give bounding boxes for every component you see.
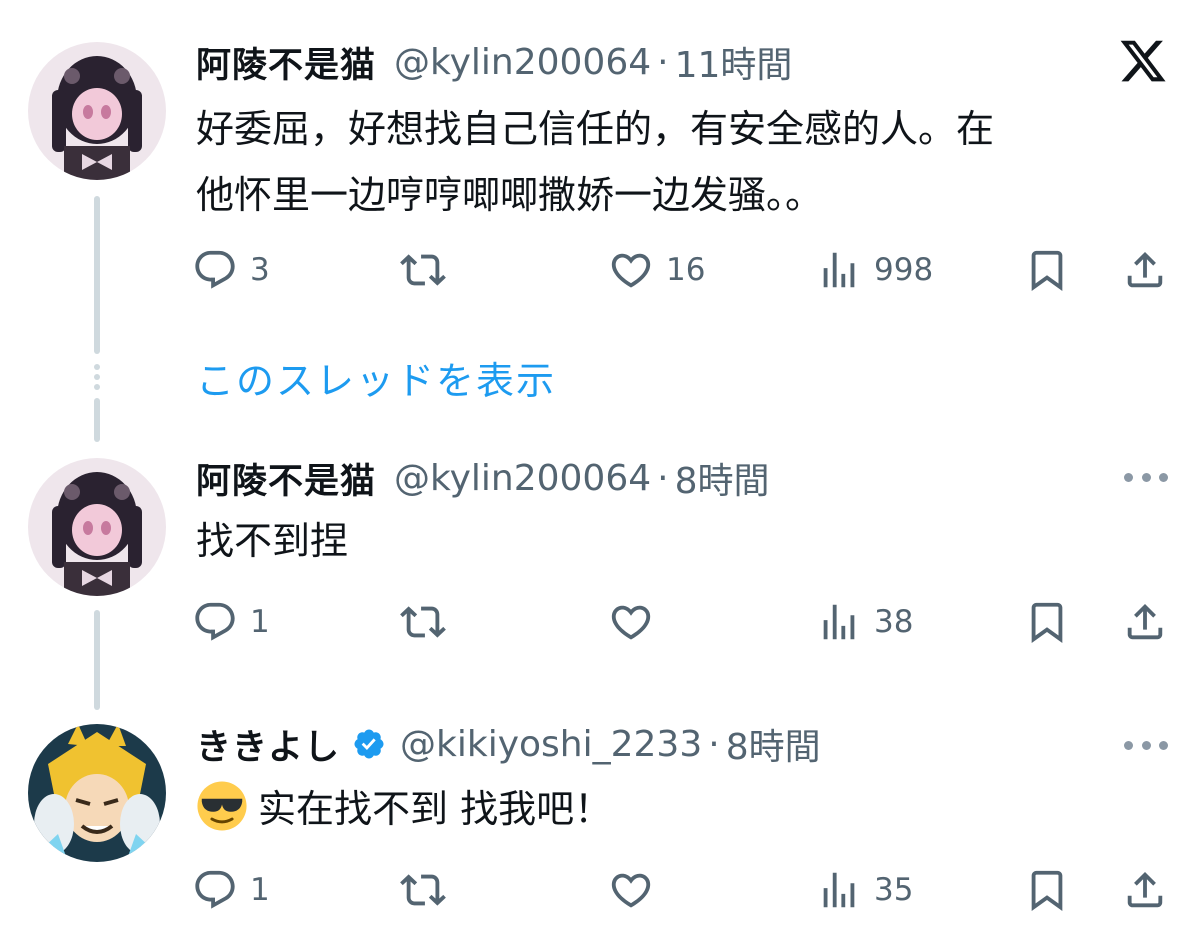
display-name[interactable]: 阿陵不是猫 (196, 453, 376, 504)
like-button[interactable] (608, 862, 666, 918)
views-icon (816, 867, 862, 913)
separator: · (708, 723, 720, 765)
user-handle[interactable]: @kikiyoshi_2233 (400, 724, 702, 765)
separator: · (657, 457, 669, 499)
repost-button[interactable] (400, 862, 458, 918)
heart-icon (608, 867, 654, 913)
tweet-actions: 1 38 (192, 594, 1172, 650)
tweet-text: 找不到捏 (196, 519, 349, 563)
avatar[interactable] (28, 724, 166, 862)
timestamp[interactable]: 8時間 (675, 452, 770, 504)
reply-button[interactable]: 1 (192, 862, 270, 918)
repost-icon (400, 247, 446, 293)
views-button[interactable]: 38 (816, 594, 913, 650)
separator: · (657, 41, 669, 83)
x-logo-icon (1120, 40, 1166, 82)
show-thread-link[interactable]: このスレッドを表示 (196, 350, 556, 405)
repost-icon (400, 867, 446, 913)
share-icon (1122, 599, 1168, 645)
thread-line (94, 398, 100, 442)
share-icon (1122, 247, 1168, 293)
thread-gap-dot (94, 384, 100, 390)
repost-icon (400, 599, 446, 645)
tweet-actions: 3 16 998 (192, 242, 1172, 298)
share-icon (1122, 867, 1168, 913)
reply-count: 1 (250, 604, 270, 640)
user-handle[interactable]: @kylin200064 (394, 458, 651, 499)
tweet-header: 阿陵不是猫 @kylin200064 · 11時間 (196, 36, 792, 88)
thread-line (94, 196, 100, 354)
display-name[interactable]: ききよし (196, 719, 340, 770)
like-button[interactable] (608, 594, 666, 650)
repost-button[interactable] (400, 594, 458, 650)
verified-badge-icon (354, 729, 384, 759)
display-name[interactable]: 阿陵不是猫 (196, 37, 376, 88)
tweet-header: 阿陵不是猫 @kylin200064 · 8時間 (196, 452, 770, 504)
avatar[interactable] (28, 458, 166, 596)
bookmark-button[interactable] (1024, 594, 1070, 650)
tweet-text-line: 好委屈，好想找自己信任的，有安全感的人。在 (196, 107, 995, 151)
reply-icon (192, 599, 238, 645)
avatar[interactable] (28, 42, 166, 180)
view-count: 38 (874, 604, 914, 640)
thread-gap-dot (94, 374, 100, 380)
like-count: 16 (666, 252, 706, 288)
reply-icon (192, 867, 238, 913)
tweet-header: ききよし @kikiyoshi_2233 · 8時間 (196, 718, 821, 770)
reply-count: 3 (250, 252, 270, 288)
more-options-icon[interactable] (1124, 738, 1168, 752)
thread-gap-dot (94, 364, 100, 370)
tweet-text-content: 实在找不到 找我吧！ (258, 787, 613, 831)
reply-button[interactable]: 1 (192, 594, 270, 650)
view-count: 998 (874, 252, 934, 288)
more-options-icon[interactable] (1124, 470, 1168, 484)
bookmark-icon (1024, 599, 1070, 645)
reply-count: 1 (250, 872, 270, 908)
timestamp[interactable]: 8時間 (726, 718, 821, 770)
bookmark-button[interactable] (1024, 862, 1070, 918)
share-button[interactable] (1122, 862, 1168, 918)
reply-icon (192, 247, 238, 293)
tweet-text-line: 他怀里一边哼哼唧唧撒娇一边发骚。。 (196, 173, 824, 217)
reply-button[interactable]: 3 (192, 242, 270, 298)
heart-icon (608, 599, 654, 645)
heart-icon (608, 247, 654, 293)
tweet-text: 好委屈，好想找自己信任的，有安全感的人。在 他怀里一边哼哼唧唧撒娇一边发骚。。 (196, 96, 1156, 228)
thread-line (94, 610, 100, 710)
view-count: 35 (874, 872, 914, 908)
views-button[interactable]: 35 (816, 862, 913, 918)
like-button[interactable]: 16 (608, 242, 705, 298)
user-handle[interactable]: @kylin200064 (394, 42, 651, 83)
share-button[interactable] (1122, 242, 1168, 298)
bookmark-button[interactable] (1024, 242, 1070, 298)
tweet-text: 实在找不到 找我吧！ (196, 776, 1156, 842)
sunglasses-emoji-icon (197, 781, 247, 831)
timestamp[interactable]: 11時間 (675, 36, 793, 88)
bookmark-icon (1024, 247, 1070, 293)
views-icon (816, 247, 862, 293)
tweet-actions: 1 35 (192, 862, 1172, 918)
share-button[interactable] (1122, 594, 1168, 650)
bookmark-icon (1024, 867, 1070, 913)
views-icon (816, 599, 862, 645)
repost-button[interactable] (400, 242, 458, 298)
views-button[interactable]: 998 (816, 242, 933, 298)
